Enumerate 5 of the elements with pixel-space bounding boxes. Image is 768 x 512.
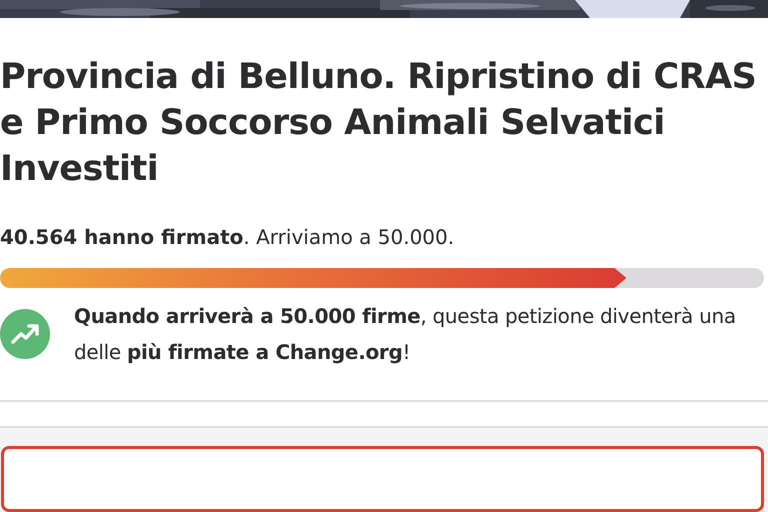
signature-count: 40.564 hanno firmato. Arriviamo a 50.000. — [0, 224, 456, 251]
trending-up-icon — [0, 309, 50, 359]
petition-title: Provincia di Belluno. Ripristino di CRAS e Primo Soccorso Animali Selvatici Investiti — [0, 56, 758, 191]
share-button[interactable] — [1, 446, 764, 512]
milestone-message: Quando arriverà a 50.000 firme, questa petizione diventerà una delle più firmate a Change.org! — [74, 303, 737, 366]
